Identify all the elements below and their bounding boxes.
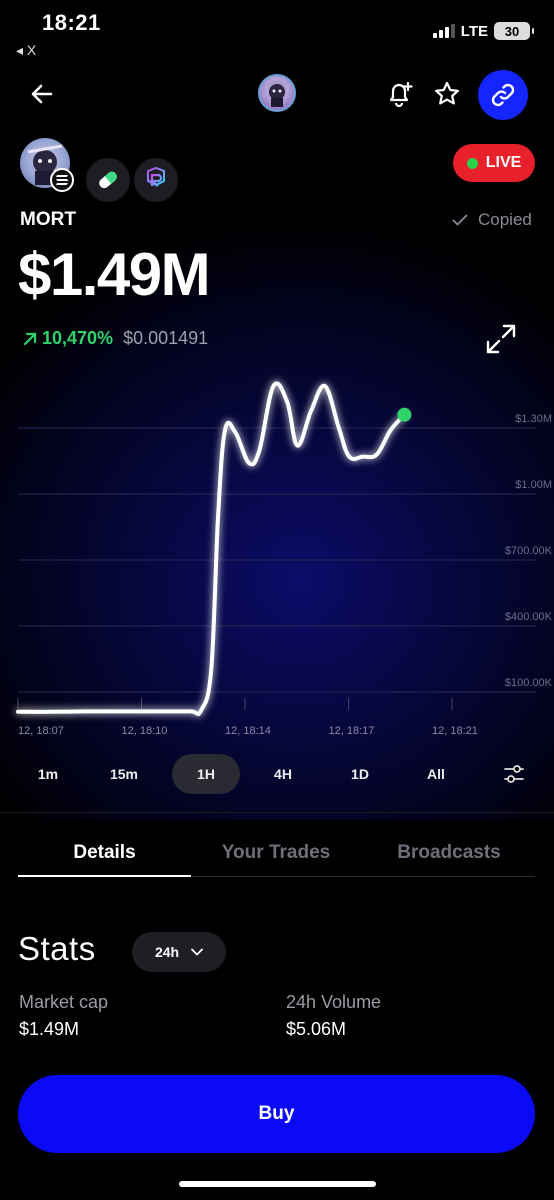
y-tick-label: $400.00K bbox=[505, 611, 553, 623]
back-arrow-icon bbox=[31, 84, 53, 104]
y-tick-label: $700.00K bbox=[505, 545, 553, 557]
status-time: 18:21 bbox=[42, 10, 101, 35]
active-tab-underline bbox=[18, 875, 191, 877]
stat-value: $1.49M bbox=[19, 1019, 80, 1039]
tab-details[interactable]: Details bbox=[18, 842, 191, 864]
tab-broadcasts[interactable]: Broadcasts bbox=[361, 842, 537, 864]
stat-value: $5.06M bbox=[286, 1019, 347, 1039]
status-indicators: LTE 30 bbox=[432, 22, 534, 40]
chart-settings-button[interactable] bbox=[502, 762, 526, 786]
range-1h[interactable]: 1H bbox=[172, 754, 240, 794]
buy-button[interactable]: Buy bbox=[18, 1075, 535, 1153]
alert-button[interactable] bbox=[380, 74, 420, 114]
back-to-app[interactable]: ◂ X bbox=[16, 42, 36, 59]
chevron-down-icon bbox=[191, 948, 203, 956]
range-1m[interactable]: 1m bbox=[14, 754, 82, 794]
price-chart[interactable]: $1.30M $1.00M $700.00K $400.00K $100.00K 12,… bbox=[0, 360, 554, 750]
home-indicator[interactable] bbox=[179, 1181, 376, 1187]
copied-indicator[interactable]: Copied bbox=[452, 210, 532, 230]
signal-icon bbox=[432, 24, 455, 38]
live-label: LIVE bbox=[485, 154, 522, 171]
solana-icon bbox=[50, 168, 74, 192]
token-price: $0.001491 bbox=[123, 328, 209, 348]
stat-label: Market cap bbox=[19, 992, 109, 1012]
share-link-button[interactable] bbox=[478, 70, 528, 120]
price-line bbox=[16, 381, 407, 717]
raydium-icon[interactable] bbox=[134, 158, 178, 202]
range-1d[interactable]: 1D bbox=[326, 754, 394, 794]
x-tick-label: 12, 18:10 bbox=[122, 725, 168, 737]
live-dot-icon bbox=[466, 157, 478, 169]
market-cap-value: $1.49M bbox=[18, 241, 211, 308]
back-button[interactable] bbox=[22, 74, 62, 114]
header-token-avatar[interactable] bbox=[258, 74, 296, 112]
price-change-row: 10,470% $0.001491 bbox=[22, 328, 208, 349]
x-tick-label: 12, 18:07 bbox=[18, 725, 64, 737]
favorite-button[interactable] bbox=[427, 74, 467, 114]
y-tick-label: $1.00M bbox=[515, 479, 552, 491]
range-15m[interactable]: 15m bbox=[90, 754, 158, 794]
token-ticker: MORT bbox=[20, 209, 76, 230]
y-tick-label: $100.00K bbox=[505, 677, 553, 689]
link-icon bbox=[491, 83, 515, 107]
price-change: 10,470% bbox=[22, 328, 113, 349]
live-badge: LIVE bbox=[453, 144, 535, 182]
price-change-value: 10,470% bbox=[42, 328, 114, 348]
stat-label: 24h Volume bbox=[286, 992, 382, 1012]
stats-period-value: 24h bbox=[154, 944, 180, 960]
y-tick-label: $1.30M bbox=[515, 413, 552, 425]
star-icon bbox=[435, 81, 459, 105]
last-price-dot bbox=[397, 407, 412, 422]
section-divider bbox=[0, 812, 554, 813]
range-all[interactable]: All bbox=[402, 754, 470, 794]
copied-label: Copied bbox=[478, 210, 532, 229]
tab-rule bbox=[191, 876, 535, 877]
expand-icon bbox=[486, 324, 516, 354]
stats-period-dropdown[interactable]: 24h bbox=[132, 932, 226, 972]
battery-level: 30 bbox=[504, 23, 520, 39]
network-label: LTE bbox=[460, 22, 488, 40]
expand-chart-button[interactable] bbox=[484, 322, 518, 356]
arrow-up-right-icon bbox=[23, 332, 37, 345]
bell-plus-icon bbox=[389, 81, 413, 108]
range-4h[interactable]: 4H bbox=[249, 754, 317, 794]
x-tick-label: 12, 18:14 bbox=[225, 725, 271, 737]
battery-icon: 30 bbox=[494, 22, 534, 40]
stats-title: Stats bbox=[18, 930, 96, 967]
tab-your-trades[interactable]: Your Trades bbox=[191, 842, 361, 864]
time-range-selector: 1m 15m 1H 4H 1D All bbox=[14, 754, 544, 794]
x-tick-label: 12, 18:21 bbox=[432, 725, 478, 737]
x-tick-label: 12, 18:17 bbox=[329, 725, 375, 737]
checkmark-icon bbox=[452, 214, 468, 226]
pill-icon[interactable] bbox=[86, 158, 130, 202]
sliders-icon bbox=[504, 765, 524, 783]
